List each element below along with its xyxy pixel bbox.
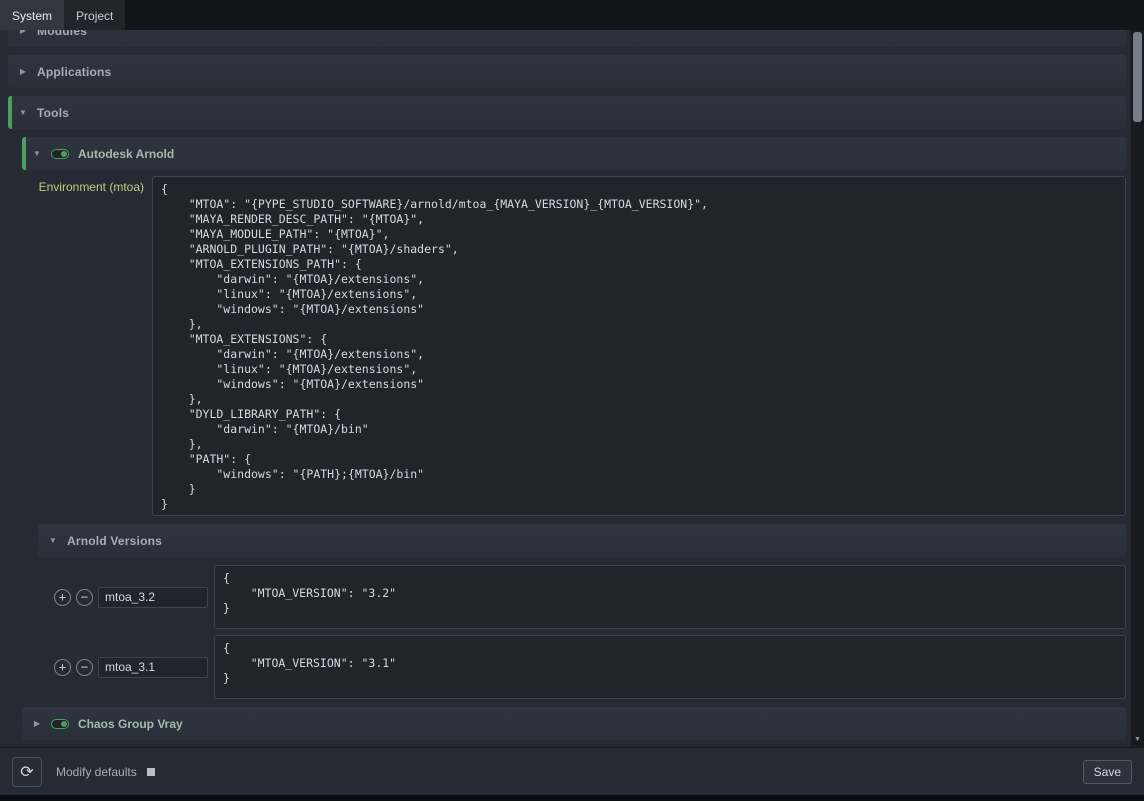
version-name-input[interactable] bbox=[98, 657, 208, 678]
settings-content: ▶ Modules ▶ Applications ▼ Tools ▼ Autod… bbox=[0, 30, 1130, 747]
chevron-down-icon[interactable]: ▼ bbox=[32, 149, 42, 158]
scrollbar-thumb[interactable] bbox=[1133, 32, 1142, 122]
section-tools-title: Tools bbox=[37, 106, 69, 120]
refresh-button[interactable]: ⟳ bbox=[12, 757, 42, 787]
chevron-right-icon[interactable]: ▶ bbox=[18, 67, 28, 76]
version-row: + − { "MTOA_VERSION": "3.1" } bbox=[54, 635, 1126, 699]
refresh-icon: ⟳ bbox=[20, 762, 33, 781]
vertical-scrollbar[interactable]: ▼ bbox=[1130, 30, 1144, 747]
group-autodesk-arnold-title: Autodesk Arnold bbox=[78, 147, 174, 161]
settings-window: System Project ▶ Modules ▶ Applications … bbox=[0, 0, 1144, 801]
version-name-input[interactable] bbox=[98, 587, 208, 608]
scroll-down-arrow-icon[interactable]: ▼ bbox=[1131, 733, 1144, 746]
tab-system[interactable]: System bbox=[0, 0, 64, 30]
remove-version-button[interactable]: − bbox=[76, 589, 93, 606]
group-autodesk-arnold-header[interactable]: ▼ Autodesk Arnold bbox=[22, 137, 1126, 170]
add-version-button[interactable]: + bbox=[54, 659, 71, 676]
group-chaos-group-vray-header[interactable]: ▶ Chaos Group Vray bbox=[22, 707, 1126, 740]
environment-json-textarea[interactable]: { "MTOA": "{PYPE_STUDIO_SOFTWARE}/arnold… bbox=[152, 176, 1126, 516]
version-row: + − { "MTOA_VERSION": "3.2" } bbox=[54, 565, 1126, 629]
chevron-down-icon[interactable]: ▼ bbox=[18, 108, 28, 117]
section-tools-header[interactable]: ▼ Tools bbox=[8, 96, 1126, 129]
modify-defaults-checkbox[interactable] bbox=[147, 768, 155, 776]
section-arnold-versions-header[interactable]: ▼ Arnold Versions bbox=[38, 524, 1126, 557]
settings-scroll-area: ▶ Modules ▶ Applications ▼ Tools ▼ Autod… bbox=[0, 30, 1144, 747]
section-modules-header[interactable]: ▶ Modules bbox=[8, 30, 1126, 47]
chevron-down-icon[interactable]: ▼ bbox=[48, 536, 58, 545]
section-applications-header[interactable]: ▶ Applications bbox=[8, 55, 1126, 88]
toggle-on-icon[interactable] bbox=[51, 149, 69, 159]
chevron-right-icon[interactable]: ▶ bbox=[32, 719, 42, 728]
environment-label: Environment (mtoa) bbox=[22, 176, 152, 194]
tab-bar: System Project bbox=[0, 0, 1144, 30]
version-json-textarea[interactable]: { "MTOA_VERSION": "3.1" } bbox=[214, 635, 1126, 699]
chevron-right-icon[interactable]: ▶ bbox=[18, 30, 28, 35]
toggle-on-icon[interactable] bbox=[51, 719, 69, 729]
tab-project[interactable]: Project bbox=[64, 0, 125, 30]
footer-bar: ⟳ Modify defaults Save bbox=[0, 747, 1144, 795]
section-arnold-versions-title: Arnold Versions bbox=[67, 534, 162, 548]
section-modules-title: Modules bbox=[37, 30, 87, 38]
modify-defaults-label: Modify defaults bbox=[56, 765, 137, 779]
section-applications-title: Applications bbox=[37, 65, 111, 79]
remove-version-button[interactable]: − bbox=[76, 659, 93, 676]
group-chaos-group-vray-title: Chaos Group Vray bbox=[78, 717, 183, 731]
environment-row: Environment (mtoa) { "MTOA": "{PYPE_STUD… bbox=[22, 176, 1126, 516]
window-bottom-edge bbox=[0, 795, 1144, 801]
add-version-button[interactable]: + bbox=[54, 589, 71, 606]
version-json-textarea[interactable]: { "MTOA_VERSION": "3.2" } bbox=[214, 565, 1126, 629]
save-button[interactable]: Save bbox=[1083, 760, 1132, 784]
